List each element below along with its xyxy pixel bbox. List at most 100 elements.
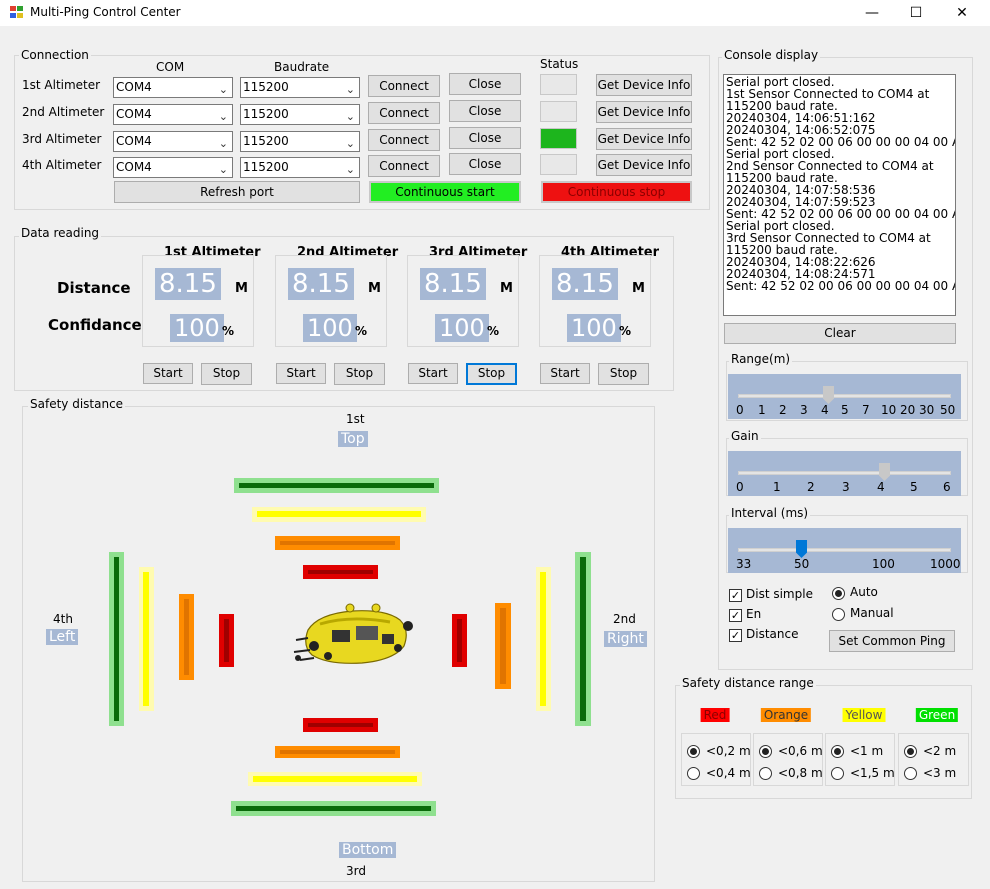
rov-vehicle-image bbox=[293, 603, 413, 664]
slider-tick-label: 3 bbox=[800, 403, 808, 417]
stop-button[interactable]: Stop bbox=[598, 363, 649, 385]
app-icon bbox=[10, 6, 23, 18]
stop-button[interactable]: Stop bbox=[201, 363, 252, 385]
status-header: Status bbox=[540, 57, 579, 71]
safety-color-label: Red bbox=[700, 708, 730, 722]
left-direction-label: Left bbox=[46, 629, 79, 645]
slider-tick-label: 7 bbox=[862, 403, 870, 417]
range-option-1: <0,2 m bbox=[706, 744, 751, 758]
range-option-2: <0,4 m bbox=[706, 766, 751, 780]
close-window-button[interactable]: ✕ bbox=[939, 0, 985, 26]
manual-radio[interactable] bbox=[832, 608, 845, 621]
close-button[interactable]: Close bbox=[449, 73, 521, 95]
interval-slider[interactable]: 33 50 100 1000 bbox=[728, 528, 961, 573]
com-value: COM4 bbox=[116, 80, 152, 94]
com-select[interactable]: COM4 ⌄ bbox=[113, 77, 233, 98]
close-button[interactable]: Close bbox=[449, 153, 521, 175]
start-button[interactable]: Start bbox=[276, 363, 326, 384]
gain-slider[interactable]: 0 1 2 3 4 5 6 bbox=[728, 451, 961, 496]
stop-button[interactable]: Stop bbox=[466, 363, 517, 385]
manual-label: Manual bbox=[850, 606, 894, 620]
slider-track bbox=[738, 471, 951, 475]
baudrate-value: 115200 bbox=[243, 134, 289, 148]
baudrate-select[interactable]: 115200 ⌄ bbox=[240, 131, 360, 152]
distance-unit: M bbox=[368, 281, 381, 296]
range-radio-2[interactable] bbox=[904, 767, 917, 780]
range-radio-1[interactable] bbox=[759, 745, 772, 758]
chevron-down-icon: ⌄ bbox=[345, 163, 355, 176]
com-select[interactable]: COM4 ⌄ bbox=[113, 157, 233, 178]
slider-thumb[interactable] bbox=[823, 386, 834, 404]
get-device-info-button[interactable]: Get Device Info bbox=[596, 128, 692, 150]
continuous-stop-button[interactable]: Continuous stop bbox=[541, 181, 692, 203]
confidence-unit: % bbox=[487, 324, 500, 338]
confidence-value: 100 bbox=[170, 314, 224, 342]
right-red-bar bbox=[452, 614, 467, 667]
auto-label: Auto bbox=[850, 585, 878, 599]
distance-checkbox[interactable]: ✓ bbox=[729, 629, 742, 642]
safety-color-label: Yellow bbox=[842, 708, 886, 722]
get-device-info-button[interactable]: Get Device Info bbox=[596, 74, 692, 96]
range-radio-2[interactable] bbox=[687, 767, 700, 780]
minimize-button[interactable]: — bbox=[849, 0, 895, 26]
interval-label: Interval (ms) bbox=[729, 506, 811, 520]
com-value: COM4 bbox=[116, 134, 152, 148]
close-button[interactable]: Close bbox=[449, 127, 521, 149]
slider-tick-label: 1 bbox=[773, 480, 781, 494]
en-checkbox[interactable]: ✓ bbox=[729, 609, 742, 622]
range-radio-1[interactable] bbox=[687, 745, 700, 758]
clear-console-button[interactable]: Clear bbox=[724, 323, 956, 344]
status-indicator bbox=[540, 101, 577, 122]
console-display-group-label: Console display bbox=[722, 48, 821, 62]
get-device-info-button[interactable]: Get Device Info bbox=[596, 101, 692, 123]
start-button[interactable]: Start bbox=[540, 363, 590, 384]
confidence-value: 100 bbox=[303, 314, 357, 342]
top-yellow-bar bbox=[252, 507, 426, 522]
bottom-direction-label: Bottom bbox=[339, 842, 397, 858]
connect-button[interactable]: Connect bbox=[368, 129, 440, 151]
baudrate-value: 115200 bbox=[243, 80, 289, 94]
slider-tick-label: 5 bbox=[910, 480, 918, 494]
baudrate-select[interactable]: 115200 ⌄ bbox=[240, 77, 360, 98]
range-option-1: <2 m bbox=[923, 744, 957, 758]
baudrate-select[interactable]: 115200 ⌄ bbox=[240, 157, 360, 178]
baudrate-value: 115200 bbox=[243, 160, 289, 174]
close-button[interactable]: Close bbox=[449, 100, 521, 122]
slider-tick-label: 33 bbox=[736, 557, 752, 571]
range-radio-1[interactable] bbox=[904, 745, 917, 758]
confidence-unit: % bbox=[619, 324, 632, 338]
start-button[interactable]: Start bbox=[408, 363, 458, 384]
top-red-bar bbox=[303, 565, 378, 579]
connect-button[interactable]: Connect bbox=[368, 102, 440, 124]
dist-simple-checkbox[interactable]: ✓ bbox=[729, 589, 742, 602]
set-common-ping-button[interactable]: Set Common Ping bbox=[829, 630, 955, 652]
range-radio-1[interactable] bbox=[831, 745, 844, 758]
com-select[interactable]: COM4 ⌄ bbox=[113, 131, 233, 152]
range-radio-2[interactable] bbox=[831, 767, 844, 780]
range-slider[interactable]: 0 1 2 3 4 5 7 10 20 30 50 bbox=[728, 374, 961, 419]
window-title: Multi-Ping Control Center bbox=[30, 5, 181, 19]
maximize-button[interactable]: ☐ bbox=[893, 0, 939, 26]
refresh-port-button[interactable]: Refresh port bbox=[114, 181, 360, 203]
left-yellow-bar bbox=[139, 567, 154, 711]
connect-button[interactable]: Connect bbox=[368, 75, 440, 97]
get-device-info-button[interactable]: Get Device Info bbox=[596, 154, 692, 176]
slider-tick-label: 4 bbox=[821, 403, 829, 417]
confidence-value: 100 bbox=[435, 314, 489, 342]
start-button[interactable]: Start bbox=[143, 363, 193, 384]
status-indicator bbox=[540, 74, 577, 95]
range-radio-2[interactable] bbox=[759, 767, 772, 780]
slider-tick-label: 50 bbox=[940, 403, 956, 417]
distance-value: 8.15 bbox=[155, 268, 221, 300]
continuous-start-button[interactable]: Continuous start bbox=[369, 181, 521, 203]
slider-tick-label: 50 bbox=[794, 557, 810, 571]
baudrate-select[interactable]: 115200 ⌄ bbox=[240, 104, 360, 125]
slider-thumb[interactable] bbox=[879, 463, 890, 481]
console-log[interactable]: Serial port closed. 1st Sensor Connected … bbox=[723, 74, 956, 316]
com-select[interactable]: COM4 ⌄ bbox=[113, 104, 233, 125]
stop-button[interactable]: Stop bbox=[334, 363, 385, 385]
auto-radio[interactable] bbox=[832, 587, 845, 600]
connect-button[interactable]: Connect bbox=[368, 155, 440, 177]
slider-thumb[interactable] bbox=[796, 540, 807, 558]
slider-tick-label: 20 bbox=[900, 403, 916, 417]
